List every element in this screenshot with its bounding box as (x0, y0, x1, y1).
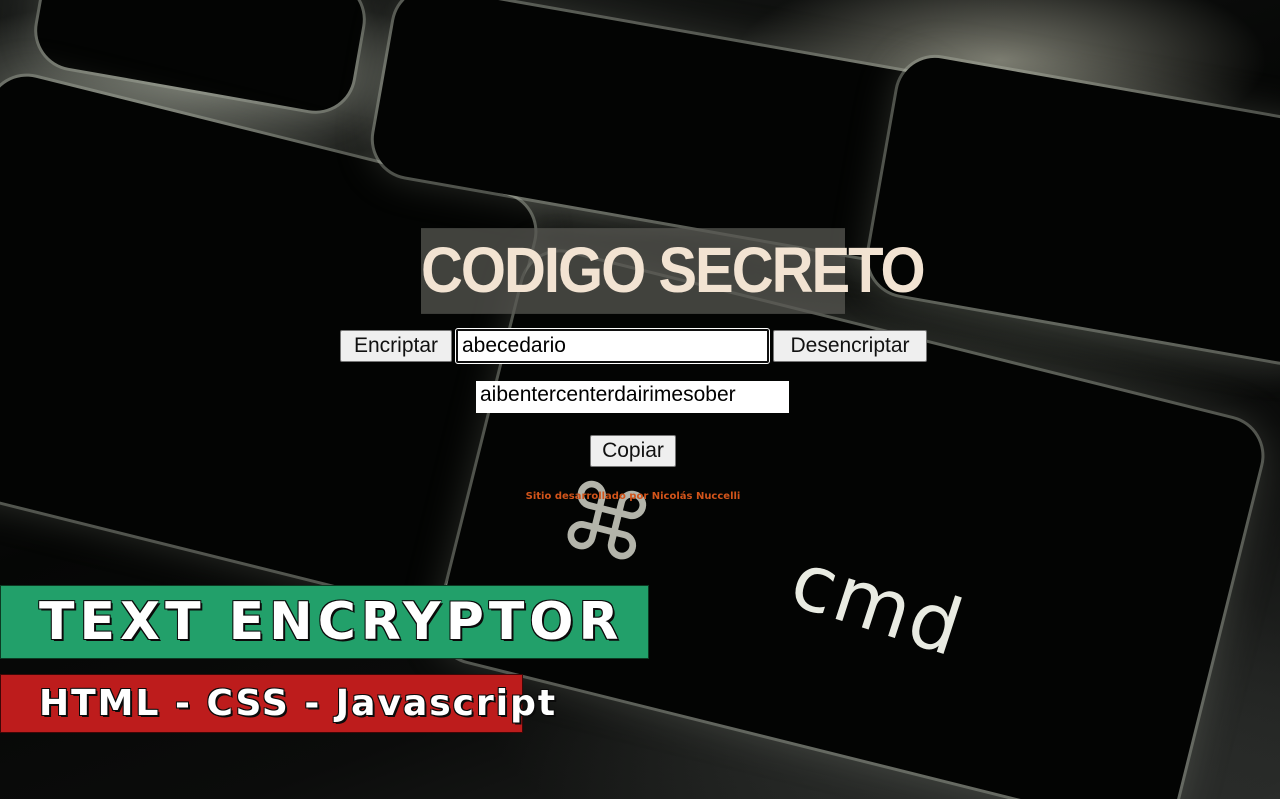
credit-footer: Sitio desarrollado por Nicolás Nuccelli (525, 491, 741, 502)
text-encryptor-banner: TEXT ENCRYPTOR (0, 585, 649, 659)
decrypt-button[interactable]: Desencriptar (773, 330, 927, 362)
copy-button[interactable]: Copiar (590, 435, 676, 467)
page-title: CODIGO SECRETO (421, 228, 926, 314)
keyboard-key (862, 51, 1280, 369)
text-input[interactable] (455, 328, 770, 364)
result-output: aibentercenterdairimesober (476, 381, 789, 413)
tech-stack-banner: HTML - CSS - Javascript (0, 674, 555, 733)
encrypt-button[interactable]: Encriptar (340, 330, 452, 362)
